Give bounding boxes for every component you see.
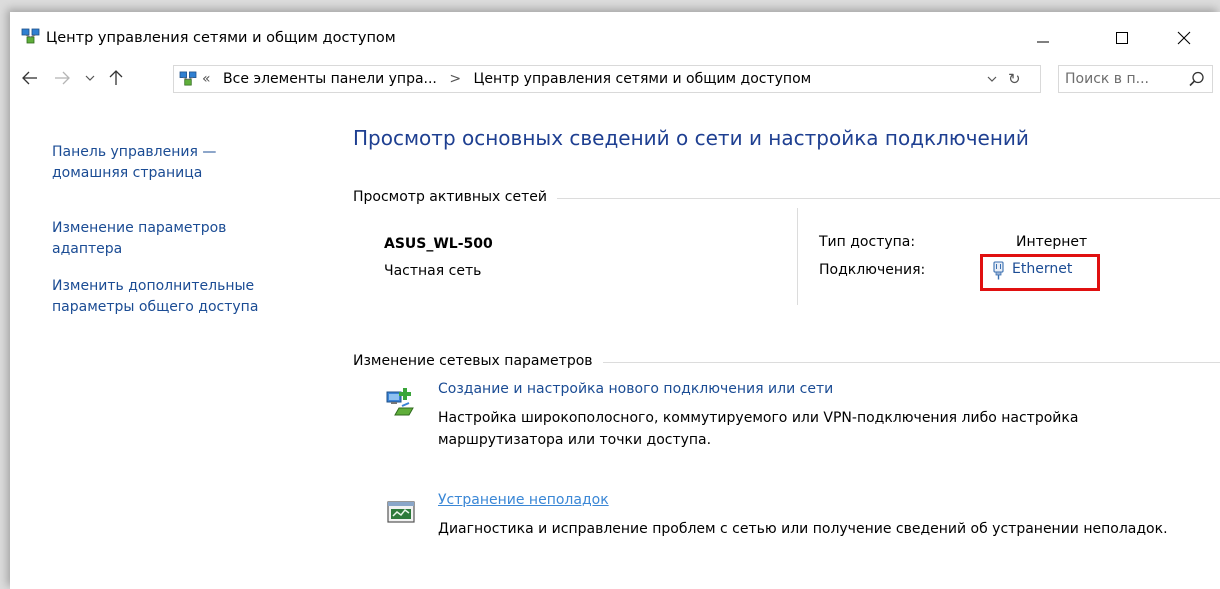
divider <box>556 197 1220 199</box>
change-settings-header-label: Изменение сетевых параметров <box>353 353 593 369</box>
troubleshoot-icon <box>387 501 415 523</box>
connections-label: Подключения: <box>819 262 926 278</box>
network-center-icon <box>179 71 197 86</box>
ethernet-connection-link[interactable]: Ethernet <box>1012 261 1072 277</box>
address-bar[interactable]: « Все элементы панели упра... > Центр уп… <box>173 65 1041 93</box>
search-box[interactable] <box>1058 65 1213 93</box>
window: Центр управления сетями и общим доступом <box>10 12 1220 589</box>
title-bar: Центр управления сетями и общим доступом <box>10 12 1220 58</box>
breadcrumb-item-control-panel[interactable]: Все элементы панели упра... <box>223 71 437 87</box>
troubleshoot-description: Диагностика и исправление проблем с сеть… <box>438 521 1168 537</box>
breadcrumb-overflow[interactable]: « <box>202 71 211 87</box>
new-connection-description: Настройка широкополосного, коммутируемог… <box>438 410 1079 448</box>
close-icon <box>1177 31 1191 45</box>
search-input[interactable] <box>1065 69 1183 89</box>
window-title: Центр управления сетями и общим доступом <box>46 30 396 46</box>
breadcrumb-separator[interactable]: > <box>449 71 461 87</box>
arrow-left-icon <box>22 71 37 85</box>
refresh-icon[interactable]: ↻ <box>1008 70 1021 88</box>
sidebar-item-change-adapter-settings[interactable]: Изменение параметров адаптера <box>52 218 292 260</box>
search-icon[interactable] <box>1189 71 1205 87</box>
recent-locations-button[interactable] <box>80 66 100 90</box>
network-center-icon <box>21 28 40 44</box>
chevron-down-icon[interactable] <box>987 72 997 86</box>
breadcrumb-item-network-center[interactable]: Центр управления сетями и общим доступом <box>474 71 812 87</box>
network-profile-type: Частная сеть <box>384 263 482 279</box>
sidebar-item-control-panel-home[interactable]: Панель управления — домашняя страница <box>52 142 292 184</box>
active-networks-header: Просмотр активных сетей <box>353 189 1220 205</box>
active-networks-header-label: Просмотр активных сетей <box>353 189 547 205</box>
maximize-button[interactable] <box>1102 20 1142 56</box>
navigation-bar: « Все элементы панели упра... > Центр уп… <box>10 60 1220 96</box>
arrow-right-icon <box>55 71 70 85</box>
minimize-icon <box>1037 41 1049 43</box>
page-title: Просмотр основных сведений о сети и наст… <box>353 126 1029 150</box>
ethernet-plug-icon <box>993 261 1004 280</box>
access-type-label: Тип доступа: <box>819 234 916 250</box>
divider <box>602 361 1220 363</box>
chevron-down-icon <box>85 75 95 81</box>
arrow-up-icon <box>109 70 123 85</box>
divider <box>797 208 798 305</box>
new-connection-icon <box>386 388 414 416</box>
access-type-value: Интернет <box>1016 234 1088 250</box>
troubleshoot-link[interactable]: Устранение неполадок <box>438 492 609 508</box>
change-settings-header: Изменение сетевых параметров <box>353 353 1220 369</box>
back-button[interactable] <box>18 66 42 90</box>
network-name: ASUS_WL-500 <box>384 236 493 252</box>
forward-button[interactable] <box>50 66 74 90</box>
minimize-button[interactable] <box>1023 20 1063 56</box>
close-button[interactable] <box>1164 20 1204 56</box>
up-button[interactable] <box>104 66 128 90</box>
sidebar-item-advanced-sharing-settings[interactable]: Изменить дополнительные параметры общего… <box>52 276 292 318</box>
new-connection-link[interactable]: Создание и настройка нового подключения … <box>438 381 833 397</box>
breadcrumb: « Все элементы панели упра... > Центр уп… <box>202 71 819 87</box>
maximize-icon <box>1116 32 1128 44</box>
